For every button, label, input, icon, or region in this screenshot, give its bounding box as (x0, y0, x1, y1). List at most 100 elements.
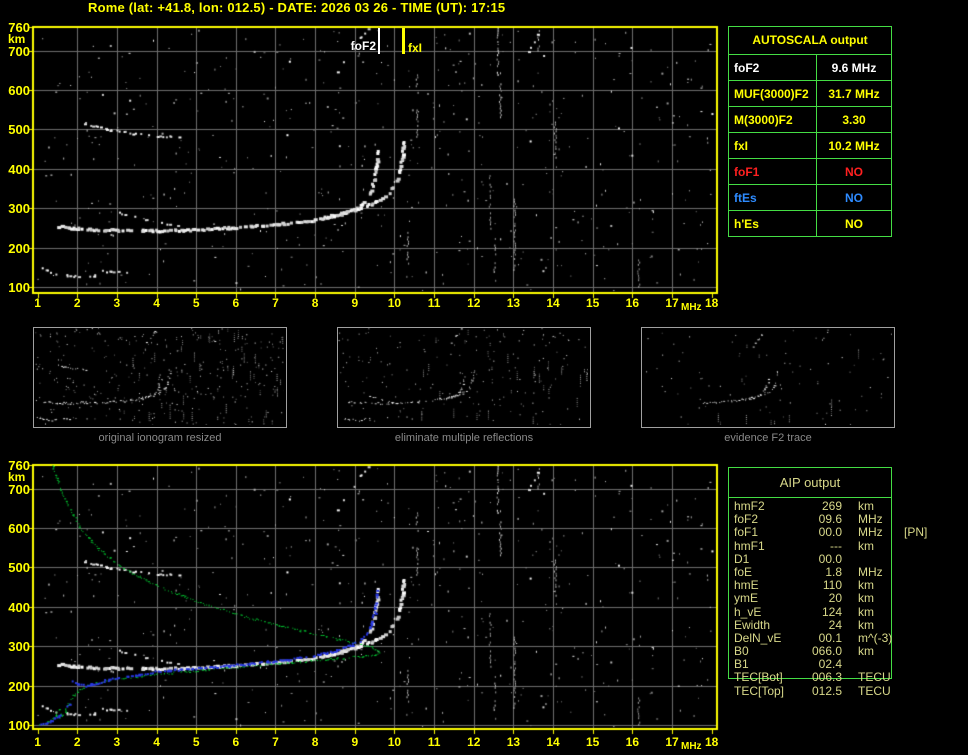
aip-row-fof1: foF1 00.0 MHz [PN] (734, 526, 964, 539)
row-value: NO (845, 164, 863, 179)
aip-label: TEC[Bot] (734, 670, 783, 685)
x-tick-label: 4 (153, 296, 160, 310)
aip-label: h_vE (734, 604, 762, 619)
x-tick-label: 9 (351, 735, 359, 749)
y-tick-label: 200 (8, 678, 30, 694)
x-tick-label: 17 (665, 735, 679, 749)
y-tick-label: 200 (8, 240, 30, 256)
table-row-fxi: fxI 10.2 MHz (729, 133, 891, 159)
y-tick-label: 700 (8, 481, 30, 497)
x-tick-label: 11 (427, 296, 441, 310)
y-tick-label: 500 (8, 122, 30, 138)
aip-row-hme: hmE 110 km (734, 578, 964, 592)
row-label: foF2 (729, 55, 817, 80)
row-value: 31.7 MHz (828, 86, 880, 101)
x-tick-label: 7 (272, 735, 279, 749)
x-tick-label: 14 (546, 296, 560, 310)
x-tick-label: 6 (232, 296, 240, 310)
aip-unit: km (858, 617, 874, 632)
table-row-ftes: ftEs NO (729, 185, 891, 211)
aip-row-d1: D1 00.0 (734, 551, 964, 566)
x-tick-label: 3 (113, 735, 121, 749)
row-label: foF1 (729, 159, 817, 184)
x-axis-unit: MHz (681, 302, 702, 313)
autoscala-table-header: AUTOSCALA output (729, 27, 891, 55)
x-tick-label: 2 (73, 735, 81, 749)
aip-value: 24 (828, 617, 842, 632)
x-tick-label: 14 (546, 735, 560, 749)
x-tick-label: 6 (232, 735, 240, 749)
x-tick-label: 8 (311, 296, 319, 310)
fof2-marker-label: foF2 (350, 39, 376, 53)
aip-table-header: AIP output (729, 468, 891, 498)
y-tick-label: 400 (8, 161, 30, 177)
y-tick-label: 300 (8, 639, 30, 655)
table-row-fof1: foF1 NO (729, 159, 891, 185)
aip-label: TEC[Top] (734, 683, 785, 698)
aip-row-tec-bot-: TEC[Bot] 006.3 TECU (734, 671, 964, 684)
aip-row-hmf1: hmF1 --- km (734, 538, 964, 553)
row-value: 9.6 MHz (831, 60, 877, 75)
aip-row-fof2: foF2 09.6 MHz (734, 512, 964, 526)
y-tick-label: 400 (8, 599, 30, 615)
thumbnail-evidence-f2 (641, 327, 895, 428)
x-tick-label: 10 (387, 296, 402, 310)
aip-row-h-ve: h_vE 124 km (734, 604, 964, 619)
autoscala-output-table: AUTOSCALA output foF2 9.6 MHz MUF(3000)F… (728, 26, 892, 237)
aip-unit: MHz (858, 525, 883, 540)
x-tick-label: 9 (351, 296, 359, 310)
row-label: MUF(3000)F2 (729, 81, 817, 106)
row-value: 10.2 MHz (828, 138, 880, 153)
x-tick-label: 1 (34, 735, 41, 749)
x-tick-label: 2 (73, 296, 81, 310)
row-value: 3.30 (842, 112, 866, 127)
aip-unit: km (858, 604, 874, 619)
x-tick-label: 12 (467, 296, 481, 310)
aip-label: foF1 (734, 525, 759, 540)
table-row-muf3000f2: MUF(3000)F2 31.7 MHz (729, 81, 891, 107)
aip-label: hmF1 (734, 538, 765, 553)
x-tick-label: 13 (506, 296, 521, 310)
aip-value: 006.3 (811, 670, 842, 685)
x-axis-unit: MHz (681, 741, 702, 752)
autoscala-screen: { "title": "Rome (lat: +41.8, lon: 012.5… (0, 0, 968, 755)
aip-row-deln-ve: DelN_vE 00.1 m^(-3) (734, 631, 964, 645)
y-tick-label: 500 (8, 560, 30, 576)
aip-unit: km (858, 644, 874, 659)
top-ionogram-plot (29, 23, 721, 300)
aip-unit: TECU (858, 683, 891, 698)
y-tick-label: 600 (8, 83, 30, 99)
y-tick-label: 700 (8, 43, 30, 59)
aip-value: --- (830, 538, 842, 553)
aip-row-b0: B0 066.0 km (734, 644, 964, 659)
x-tick-label: 17 (665, 296, 679, 310)
aip-row-hmf2: hmF2 269 km (734, 499, 964, 513)
aip-row-foe: foE 1.8 MHz (734, 565, 964, 579)
aip-value: 124 (821, 604, 842, 619)
aip-label: ymE (734, 591, 758, 606)
aip-value: 20 (828, 591, 842, 606)
aip-extra: [PN] (904, 525, 928, 540)
aip-table-rows: hmF2 269 km foF2 09.6 MHz foF1 00.0 MHz [PN] hmF1 -… (734, 499, 964, 698)
y-tick-label: 100 (8, 718, 30, 733)
thumbnail-original-ionogram (33, 327, 287, 428)
table-row-m3000f2: M(3000)F2 3.30 (729, 107, 891, 133)
x-tick-label: 10 (387, 735, 402, 749)
aip-unit: km (858, 538, 874, 553)
fof2-marker-line (378, 28, 380, 54)
x-tick-label: 4 (153, 735, 160, 749)
x-tick-label: 18 (704, 735, 719, 749)
aip-row-ewidth: Ewidth 24 km (734, 617, 964, 632)
aip-row-yme: ymE 20 km (734, 592, 964, 605)
thumbnail-caption: original ionogram resized (98, 432, 222, 444)
row-label: ftEs (729, 185, 817, 210)
row-label: h'Es (729, 211, 817, 236)
thumbnail-eliminate-reflections (337, 327, 591, 428)
x-tick-label: 16 (625, 296, 640, 310)
aip-value: 00.0 (818, 551, 842, 566)
x-tick-label: 7 (272, 296, 279, 310)
fxi-marker-label: fxI (408, 41, 423, 55)
y-tick-label: 600 (8, 521, 30, 537)
aip-unit: TECU (858, 670, 891, 685)
row-value: NO (845, 190, 863, 205)
